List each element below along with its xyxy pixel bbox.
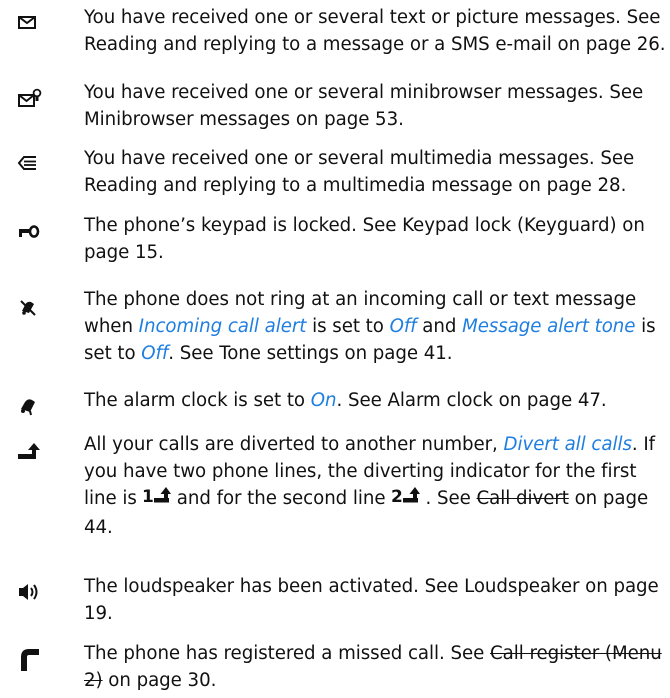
setting-message-alert-tone[interactable]: Message alert tone xyxy=(462,316,635,337)
indicator-description: You have received one or several multime… xyxy=(84,148,635,196)
text-segment: is set to xyxy=(306,316,390,337)
indicator-description: You have received one or several text or… xyxy=(84,7,666,55)
text-segment: on page 30. xyxy=(102,670,217,691)
key-icon xyxy=(16,222,56,246)
silent-bell-icon xyxy=(16,296,56,320)
indicator-description: The loudspeaker has been activated. See … xyxy=(84,576,659,624)
indicator-list: You have received one or several text or… xyxy=(0,0,670,698)
indicator-description: The alarm clock is set to On. See Alarm … xyxy=(84,387,666,414)
text-segment: . See xyxy=(425,488,477,509)
text-segment: and xyxy=(416,316,463,337)
text-segment: . See Tone settings on page 41. xyxy=(168,343,453,364)
loudspeaker-icon xyxy=(16,581,56,605)
alarm-bell-icon xyxy=(16,395,56,419)
text-segment: The alarm clock is set to xyxy=(84,390,311,411)
setting-value-off[interactable]: Off xyxy=(390,316,417,337)
text-segment: and for the second line xyxy=(176,488,386,509)
text-segment: All your calls are diverted to another n… xyxy=(84,434,504,455)
minibrowser-envelope-icon xyxy=(16,87,56,111)
setting-value-off[interactable]: Off xyxy=(141,343,168,364)
indicator-description: The phone has registered a missed call. … xyxy=(84,640,666,694)
envelope-icon xyxy=(16,12,56,36)
link-call-divert[interactable]: Call divert xyxy=(477,488,569,509)
divert-arrow-icon xyxy=(16,442,56,466)
missed-call-icon xyxy=(16,644,56,671)
indicator-description: All your calls are diverted to another n… xyxy=(84,431,666,541)
indicator-description: The phone’s keypad is locked. See Keypad… xyxy=(84,215,645,263)
line-2-divert-icon: 2 xyxy=(390,486,422,514)
multimedia-envelope-icon xyxy=(16,153,56,177)
line-number: 1 xyxy=(142,487,154,506)
setting-value-on[interactable]: On xyxy=(311,390,337,411)
text-segment: . See Alarm clock on page 47. xyxy=(336,390,607,411)
line-1-divert-icon: 1 xyxy=(141,486,173,514)
indicator-description: The phone does not ring at an incoming c… xyxy=(84,286,666,367)
setting-incoming-call-alert[interactable]: Incoming call alert xyxy=(139,316,307,337)
text-segment: The phone has registered a missed call. … xyxy=(84,643,490,664)
line-number: 2 xyxy=(391,487,403,506)
setting-divert-all-calls[interactable]: Divert all calls xyxy=(504,434,632,455)
indicator-description: You have received one or several minibro… xyxy=(84,82,644,130)
